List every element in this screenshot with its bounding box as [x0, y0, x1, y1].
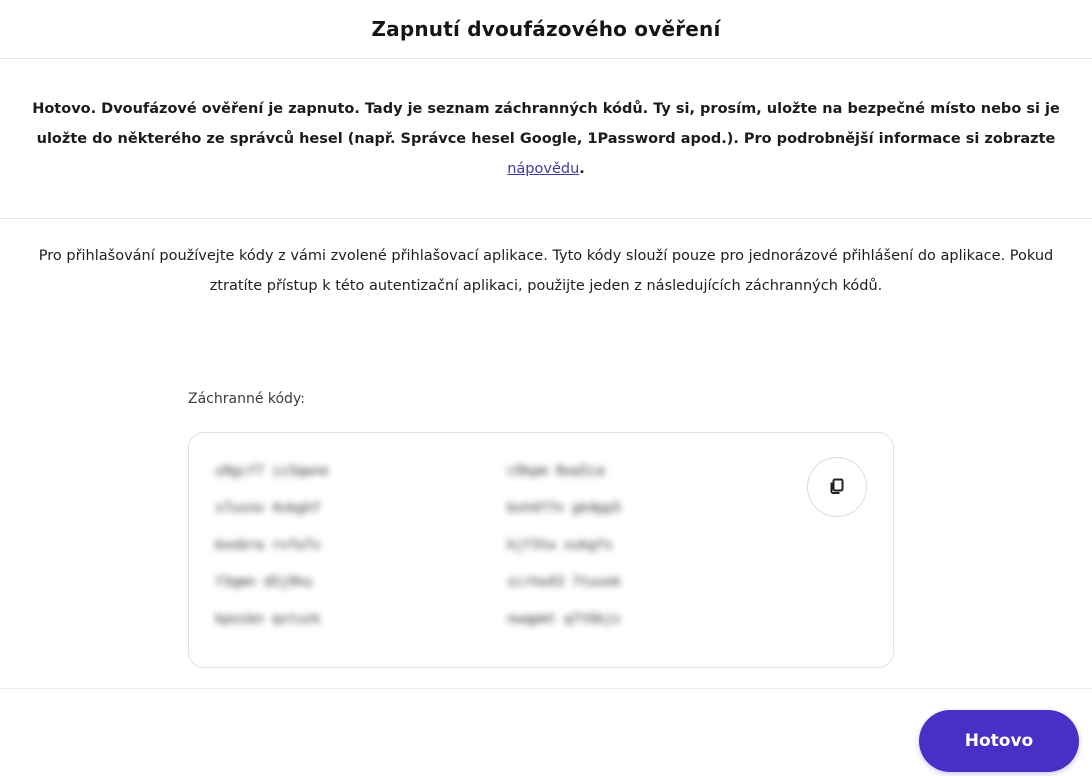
dialog-title: Zapnutí dvoufázového ověření	[371, 17, 721, 41]
copy-icon	[827, 476, 847, 499]
info-section: Pro přihlašování používejte kódy z vámi …	[0, 219, 1092, 301]
two-factor-dialog: Zapnutí dvoufázového ověření Hotovo. Dvo…	[0, 0, 1092, 776]
recovery-code: u9gcf7 iz3qwne	[215, 463, 329, 479]
recovery-codes-box: u9gcf7 iz3qwne s7uvno 4vbghf bxebra rvfw…	[188, 432, 894, 668]
recovery-code: kposbn qvtuzk	[215, 611, 321, 627]
dialog-footer: Hotovo	[0, 688, 1092, 776]
codes-label: Záchranné kódy:	[188, 391, 305, 407]
info-text: Pro přihlašování používejte kódy z vámi …	[38, 248, 1054, 294]
recovery-code: bxh4f7n gk4pp5	[507, 500, 621, 516]
recovery-code: bxebra rvfw7s	[215, 537, 321, 553]
intro-text: Hotovo. Dvoufázové ověření je zapnuto. T…	[32, 101, 1060, 147]
recovery-code: zcrhe43 7tuvek	[507, 574, 621, 590]
recovery-code: kjf3tw xukgfs	[507, 537, 613, 553]
intro-text-end: .	[579, 161, 585, 177]
intro-section: Hotovo. Dvoufázové ověření je zapnuto. T…	[0, 59, 1092, 219]
recovery-code: s7uvno 4vbghf	[215, 500, 321, 516]
recovery-code: f3qmn d5j9hu	[215, 574, 313, 590]
done-button[interactable]: Hotovo	[919, 710, 1079, 772]
help-link[interactable]: nápovědu	[507, 161, 579, 177]
recovery-code: nwqpmt q7t6bjs	[507, 611, 621, 627]
copy-codes-button[interactable]	[807, 457, 867, 517]
recovery-code: c9kpm 8oa5ia	[507, 463, 605, 479]
dialog-header: Zapnutí dvoufázového ověření	[0, 0, 1092, 59]
